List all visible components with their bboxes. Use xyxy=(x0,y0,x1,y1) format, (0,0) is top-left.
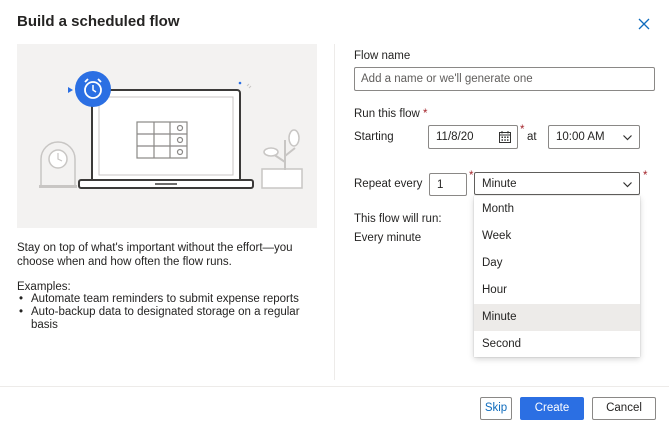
start-date-picker[interactable]: 11/8/20 xyxy=(428,125,518,149)
option-month[interactable]: Month xyxy=(474,196,640,223)
repeat-unit-options: Month Week Day Hour Minute Second xyxy=(474,196,640,357)
plant-icon xyxy=(261,129,303,189)
repeat-interval-input[interactable]: 1 xyxy=(429,173,467,196)
description-text: Stay on top of what's important without … xyxy=(17,242,293,268)
list-item: Auto-backup data to designated storage o… xyxy=(17,306,317,332)
chevron-down-icon xyxy=(623,182,632,188)
illustration xyxy=(17,44,317,228)
required-mark: * xyxy=(423,108,428,120)
start-time-value: 10:00 AM xyxy=(556,131,605,143)
calendar-icon[interactable] xyxy=(498,130,512,144)
examples-list: Automate team reminders to submit expens… xyxy=(17,293,317,332)
summary-label: This flow will run: xyxy=(354,213,442,225)
required-mark: * xyxy=(469,170,474,182)
chevron-down-icon xyxy=(623,135,632,141)
close-button[interactable] xyxy=(636,16,652,32)
starting-label: Starting xyxy=(354,131,394,143)
at-label: at xyxy=(527,131,537,143)
repeat-unit-value: Minute xyxy=(482,178,517,190)
mantel-clock-icon xyxy=(39,141,77,188)
skip-button[interactable]: Skip xyxy=(480,397,512,420)
flow-name-label: Flow name xyxy=(354,50,411,62)
required-mark: * xyxy=(520,124,525,136)
option-week[interactable]: Week xyxy=(474,223,640,250)
option-day[interactable]: Day xyxy=(474,250,640,277)
close-icon xyxy=(638,18,650,30)
summary-value: Every minute xyxy=(354,232,422,244)
run-this-flow-text: Run this flow xyxy=(354,108,420,120)
option-minute[interactable]: Minute xyxy=(474,304,640,331)
run-this-flow-label: Run this flow * xyxy=(354,108,428,120)
repeat-unit-dropdown[interactable]: Minute xyxy=(474,172,640,195)
laptop-icon xyxy=(78,89,254,189)
start-time-dropdown[interactable]: 10:00 AM xyxy=(548,125,640,149)
repeat-every-label: Repeat every xyxy=(354,178,423,190)
footer-divider xyxy=(0,386,669,387)
start-date-value: 11/8/20 xyxy=(436,131,474,143)
list-item: Automate team reminders to submit expens… xyxy=(17,293,317,306)
examples-heading: Examples: xyxy=(17,281,71,293)
option-second[interactable]: Second xyxy=(474,331,640,358)
flow-name-input[interactable] xyxy=(354,67,655,91)
dialog-title: Build a scheduled flow xyxy=(17,13,180,30)
repeat-interval-value: 1 xyxy=(437,179,444,191)
cancel-button[interactable]: Cancel xyxy=(592,397,656,420)
vertical-divider xyxy=(334,44,335,380)
required-mark: * xyxy=(643,170,648,182)
option-hour[interactable]: Hour xyxy=(474,277,640,304)
create-button[interactable]: Create xyxy=(520,397,584,420)
